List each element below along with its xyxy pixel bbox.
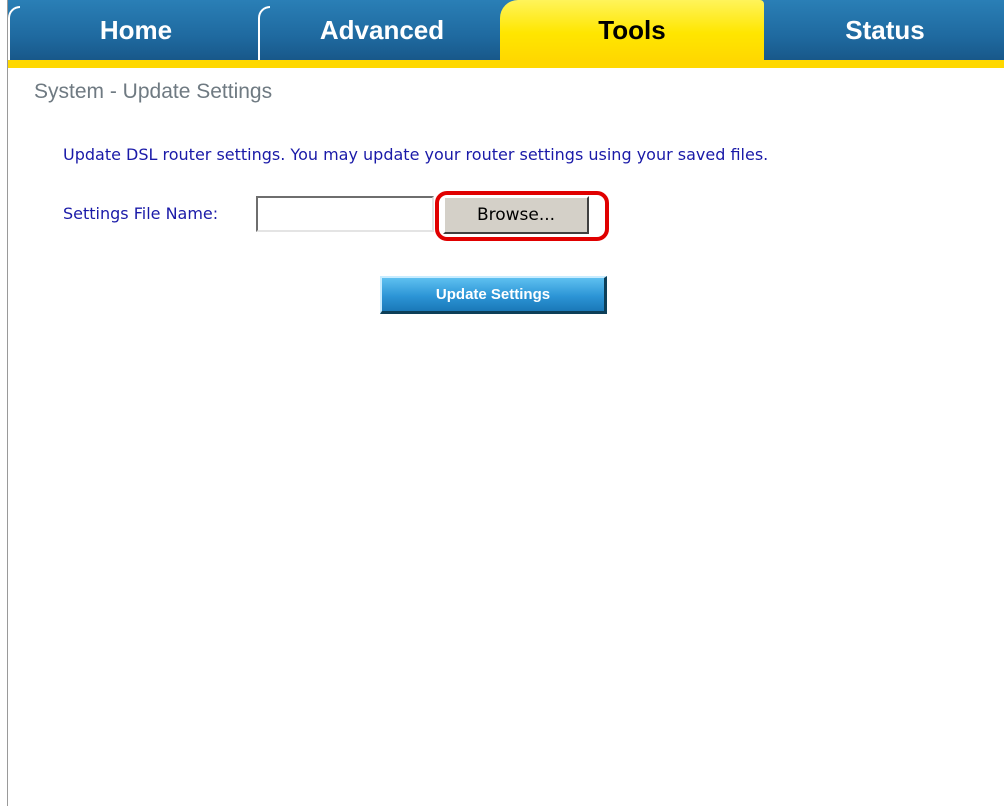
page-title: System - Update Settings [34,80,273,103]
tab-home[interactable]: Home [16,0,256,60]
tab-bar-yellow-strip [8,60,1004,68]
browse-highlight-box [435,191,609,241]
update-settings-button[interactable]: Update Settings [380,276,607,314]
tab-advanced[interactable]: Advanced [266,0,498,60]
tab-tools[interactable]: Tools [500,0,764,60]
top-tab-bar: Home Advanced Tools Status [8,0,1004,68]
settings-file-input[interactable] [256,196,434,232]
router-page: Home Advanced Tools Status System - Upda… [0,0,1004,806]
tab-status[interactable]: Status [766,0,1004,60]
page-description: Update DSL router settings. You may upda… [63,145,769,164]
settings-file-label: Settings File Name: [63,204,219,223]
left-border [7,0,8,806]
